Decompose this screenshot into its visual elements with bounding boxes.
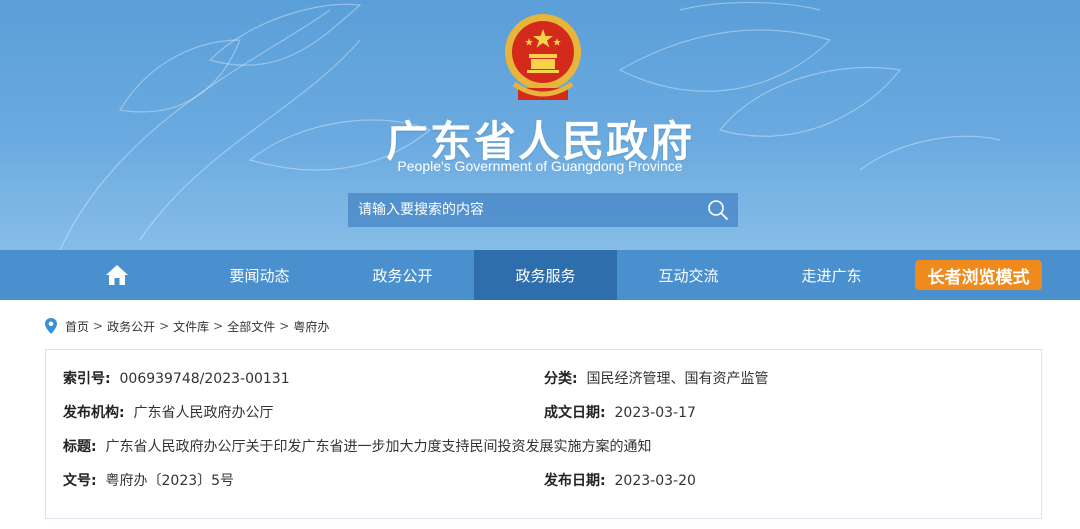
info-title-label: 标题:	[63, 439, 97, 455]
info-index-label: 索引号:	[63, 371, 111, 387]
info-created-date: 成文日期: 2023-03-17	[544, 402, 696, 422]
search-button[interactable]	[698, 193, 738, 227]
nav-home[interactable]	[45, 250, 188, 300]
breadcrumb-separator: >	[159, 319, 170, 333]
search-box	[348, 193, 738, 227]
info-publisher-label: 发布机构:	[63, 405, 125, 421]
breadcrumb: 首页 > 政务公开 > 文件库 > 全部文件 > 粤府办	[44, 317, 329, 335]
info-publish-date: 发布日期: 2023-03-20	[544, 470, 696, 490]
search-input[interactable]	[348, 193, 698, 227]
breadcrumb-separator: >	[213, 319, 224, 333]
info-title-value: 广东省人民政府办公厅关于印发广东省进一步加大力度支持民间投资发展实施方案的通知	[105, 439, 652, 455]
info-category: 分类: 国民经济管理、国有资产监管	[544, 368, 769, 388]
breadcrumb-current[interactable]: 粤府办	[293, 318, 329, 335]
document-info-card: 索引号: 006939748/2023-00131 分类: 国民经济管理、国有资…	[45, 349, 1042, 519]
elder-mode-button[interactable]: 长者浏览模式	[915, 260, 1042, 290]
info-publisher: 发布机构: 广东省人民政府办公厅	[63, 402, 274, 422]
info-category-value: 国民经济管理、国有资产监管	[586, 371, 769, 387]
national-emblem-icon	[505, 14, 581, 100]
info-index: 索引号: 006939748/2023-00131	[63, 368, 290, 388]
info-title: 标题: 广东省人民政府办公厅关于印发广东省进一步加大力度支持民间投资发展实施方案…	[63, 436, 652, 456]
info-doc-number: 文号: 粤府办〔2023〕5号	[63, 470, 234, 490]
breadcrumb-home[interactable]: 首页	[65, 318, 89, 335]
home-icon	[105, 265, 128, 285]
site-header: 广东省人民政府 People's Government of Guangdong…	[0, 0, 1080, 250]
info-created-value: 2023-03-17	[614, 405, 696, 421]
nav-open-government[interactable]: 政务公开	[331, 250, 474, 300]
site-subtitle: People's Government of Guangdong Provinc…	[397, 158, 683, 174]
info-index-value: 006939748/2023-00131	[119, 371, 290, 387]
info-publisher-value: 广东省人民政府办公厅	[133, 405, 274, 421]
info-category-label: 分类:	[544, 371, 578, 387]
info-pubdate-value: 2023-03-20	[614, 473, 696, 489]
nav-news[interactable]: 要闻动态	[188, 250, 331, 300]
info-docno-value: 粤府办〔2023〕5号	[105, 473, 235, 489]
search-icon	[708, 200, 728, 220]
nav-government-services[interactable]: 政务服务	[474, 250, 617, 300]
info-pubdate-label: 发布日期:	[544, 473, 606, 489]
nav-about-guangdong[interactable]: 走进广东	[760, 250, 903, 300]
breadcrumb-all-documents[interactable]: 全部文件	[227, 318, 275, 335]
location-pin-icon	[45, 318, 57, 334]
info-docno-label: 文号:	[63, 473, 97, 489]
breadcrumb-separator: >	[93, 319, 104, 333]
info-created-label: 成文日期:	[544, 405, 606, 421]
breadcrumb-open-government[interactable]: 政务公开	[107, 318, 155, 335]
nav-interaction[interactable]: 互动交流	[617, 250, 760, 300]
breadcrumb-separator: >	[279, 319, 290, 333]
breadcrumb-document-library[interactable]: 文件库	[173, 318, 209, 335]
